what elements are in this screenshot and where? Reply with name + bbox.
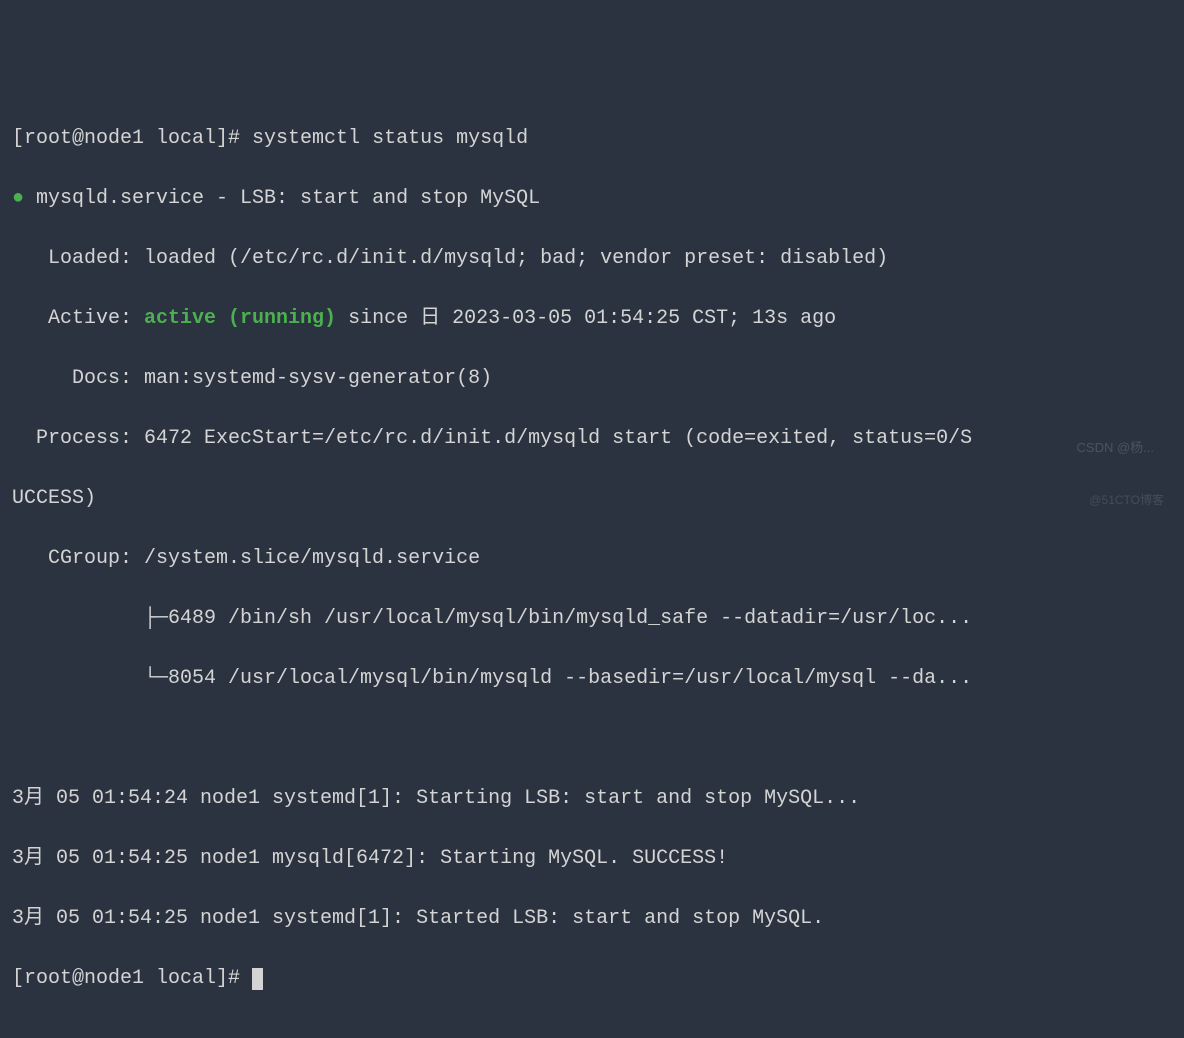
- terminal-line-7: UCCESS): [12, 484, 1172, 514]
- terminal-line-1: [root@node1 local]# systemctl status mys…: [12, 124, 1172, 154]
- terminal-line-log3: 3月 05 01:54:25 node1 systemd[1]: Started…: [12, 904, 1172, 934]
- process-cont: UCCESS): [12, 487, 96, 510]
- active-since: since 日 2023-03-05 01:54:25 CST; 13s ago: [336, 307, 836, 330]
- terminal-line-prompt2[interactable]: [root@node1 local]#: [12, 964, 1172, 994]
- terminal-line-2: ● mysqld.service - LSB: start and stop M…: [12, 184, 1172, 214]
- cursor-icon: [252, 968, 263, 990]
- cgroup-child-1: ├─6489 /bin/sh /usr/local/mysql/bin/mysq…: [12, 607, 972, 630]
- watermark-51cto: @51CTO博客: [1089, 491, 1164, 509]
- log-entry-3: 3月 05 01:54:25 node1 systemd[1]: Started…: [12, 907, 824, 930]
- terminal-line-10: └─8054 /usr/local/mysql/bin/mysqld --bas…: [12, 664, 1172, 694]
- command-text: systemctl status mysqld: [252, 127, 528, 150]
- service-name: mysqld.service - LSB: start and stop MyS…: [24, 187, 540, 210]
- log-entry-2: 3月 05 01:54:25 node1 mysqld[6472]: Start…: [12, 847, 728, 870]
- terminal-line-9: ├─6489 /bin/sh /usr/local/mysql/bin/mysq…: [12, 604, 1172, 634]
- terminal-line-3: Loaded: loaded (/etc/rc.d/init.d/mysqld;…: [12, 244, 1172, 274]
- log-entry-1: 3月 05 01:54:24 node1 systemd[1]: Startin…: [12, 787, 860, 810]
- shell-prompt: [root@node1 local]#: [12, 967, 252, 990]
- process-line: Process: 6472 ExecStart=/etc/rc.d/init.d…: [12, 427, 972, 450]
- terminal-line-blank: [12, 724, 1172, 754]
- loaded-label: Loaded:: [12, 247, 144, 270]
- watermark-csdn: CSDN @杨...: [1077, 438, 1154, 458]
- terminal-line-6: Process: 6472 ExecStart=/etc/rc.d/init.d…: [12, 424, 1172, 454]
- terminal-line-log1: 3月 05 01:54:24 node1 systemd[1]: Startin…: [12, 784, 1172, 814]
- loaded-value: loaded (/etc/rc.d/init.d/mysqld; bad; ve…: [144, 247, 888, 270]
- terminal-line-5: Docs: man:systemd-sysv-generator(8): [12, 364, 1172, 394]
- cgroup-line: CGroup: /system.slice/mysqld.service: [12, 547, 480, 570]
- terminal-line-4: Active: active (running) since 日 2023-03…: [12, 304, 1172, 334]
- terminal-line-log2: 3月 05 01:54:25 node1 mysqld[6472]: Start…: [12, 844, 1172, 874]
- active-status: active (running): [144, 307, 336, 330]
- status-bullet-icon: ●: [12, 187, 24, 210]
- cgroup-child-2: └─8054 /usr/local/mysql/bin/mysqld --bas…: [12, 667, 972, 690]
- terminal-line-8: CGroup: /system.slice/mysqld.service: [12, 544, 1172, 574]
- docs-line: Docs: man:systemd-sysv-generator(8): [12, 367, 492, 390]
- shell-prompt: [root@node1 local]#: [12, 127, 252, 150]
- active-label: Active:: [12, 307, 144, 330]
